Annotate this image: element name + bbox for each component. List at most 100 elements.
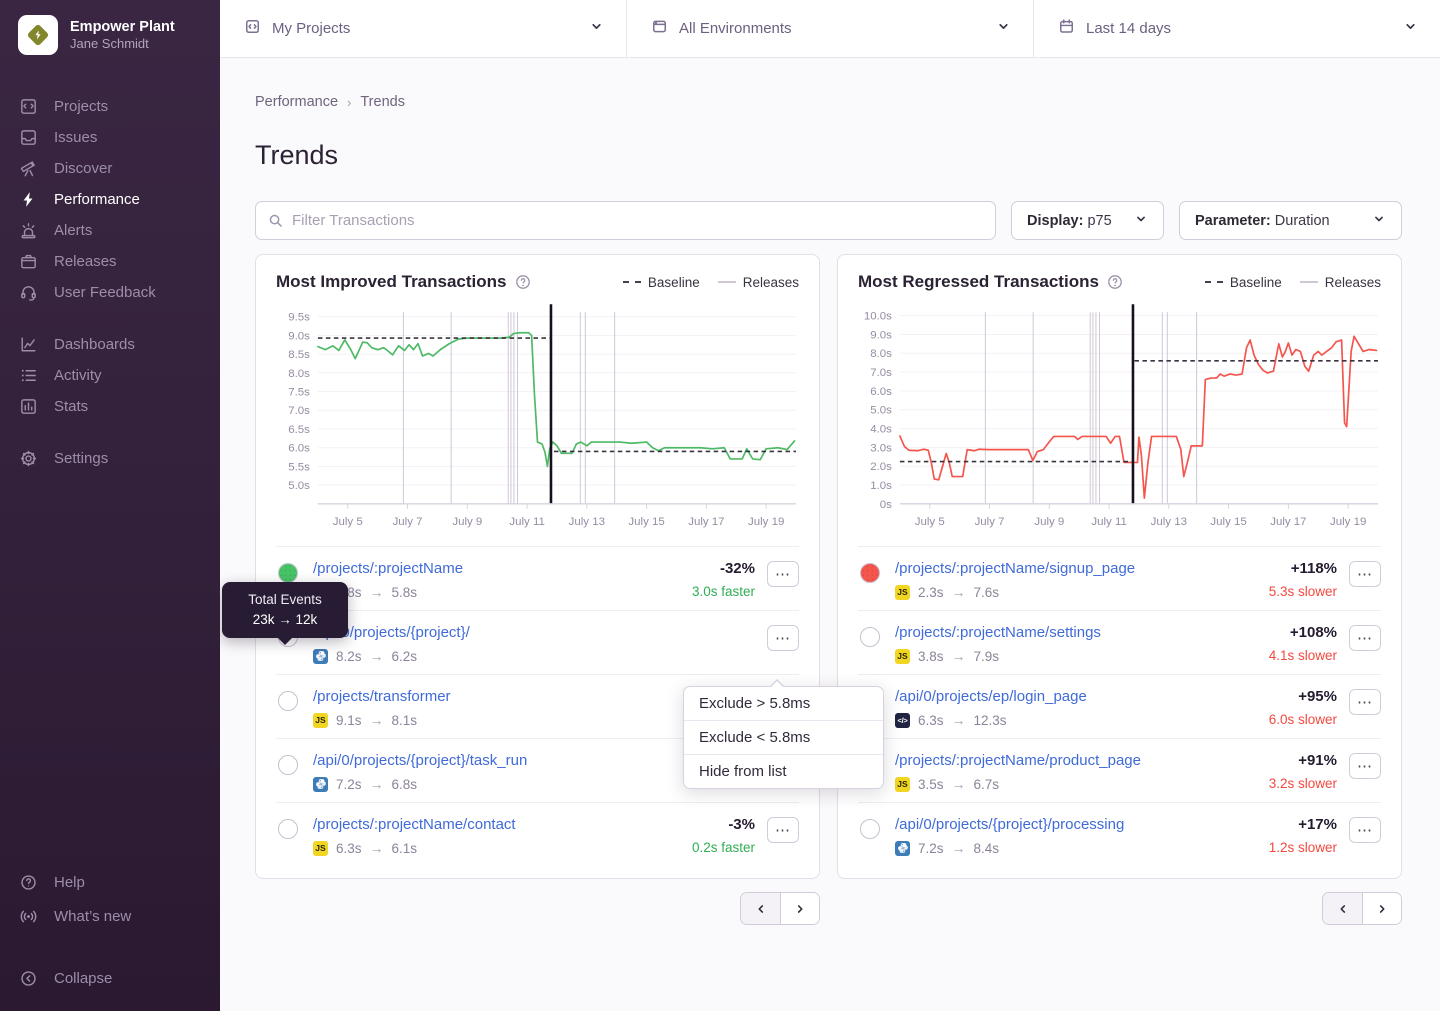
svg-text:July 11: July 11 (1091, 516, 1127, 528)
sidebar-item-dashboards[interactable]: Dashboards (0, 329, 220, 360)
sidebar-item-performance[interactable]: Performance (0, 184, 220, 215)
transaction-radio[interactable] (860, 563, 880, 583)
breadcrumb-current: Trends (360, 94, 405, 110)
transaction-radio[interactable] (278, 755, 298, 775)
svg-text:July 7: July 7 (975, 516, 1005, 528)
sidebar-item-issues[interactable]: Issues (0, 122, 220, 153)
breadcrumb-performance-link[interactable]: Performance (255, 94, 338, 110)
duration-before: 9.1s (336, 713, 362, 728)
transaction-radio[interactable] (278, 691, 298, 711)
menu-item-exclude-less[interactable]: Exclude < 5.8ms (684, 720, 883, 754)
transaction-context-menu: Exclude > 5.8ms Exclude < 5.8ms Hide fro… (683, 686, 884, 789)
duration-after: 8.4s (974, 841, 1000, 856)
menu-item-hide-from-list[interactable]: Hide from list (684, 754, 883, 788)
question-icon[interactable] (515, 274, 531, 290)
daterange-filter-label: Last 14 days (1086, 20, 1392, 37)
chevron-right-icon: › (347, 95, 351, 110)
project-filter-label: My Projects (272, 20, 578, 37)
transaction-radio[interactable] (860, 819, 880, 839)
transaction-menu-button[interactable]: ⋯ (767, 625, 799, 651)
transaction-row: /api/0/projects/{project}/8.2s→6.2s⋯ (276, 610, 799, 674)
regressed-pagination (1322, 892, 1402, 925)
project-filter-dropdown[interactable]: My Projects (220, 0, 627, 57)
sidebar-item-collapse[interactable]: Collapse (0, 961, 220, 995)
calendar-icon (1058, 18, 1075, 40)
duration-after: 6.1s (392, 841, 418, 856)
improved-transactions-chart[interactable]: 5.0s5.5s6.0s6.5s7.0s7.5s8.0s8.5s9.0s9.5s… (276, 298, 799, 536)
svg-text:5.0s: 5.0s (870, 405, 892, 417)
org-switcher[interactable]: Empower Plant Jane Schmidt (0, 0, 220, 65)
transaction-row: /projects/:projectNameJS8.8s→5.8s-32%3.0… (276, 546, 799, 610)
svg-text:July 5: July 5 (333, 516, 363, 528)
svg-text:9.5s: 9.5s (288, 312, 310, 324)
duration-change: 5.3s slower (1269, 584, 1337, 599)
transaction-menu-button[interactable]: ⋯ (1349, 625, 1381, 651)
arrow-right-icon: → (370, 776, 384, 792)
duration-change: 1.2s slower (1269, 840, 1337, 855)
transaction-menu-button[interactable]: ⋯ (767, 817, 799, 843)
transaction-menu-button[interactable]: ⋯ (767, 561, 799, 587)
transaction-link[interactable]: /api/0/projects/{project}/processing (895, 816, 1124, 833)
svg-text:7.5s: 7.5s (288, 387, 310, 399)
sidebar-item-whats-new[interactable]: What’s new (0, 899, 220, 933)
transaction-link[interactable]: /projects/:projectName/signup_page (895, 560, 1135, 577)
collapse-icon (18, 968, 38, 988)
transaction-radio[interactable] (860, 627, 880, 647)
dashboards-icon (18, 335, 38, 355)
sidebar-item-activity[interactable]: Activity (0, 360, 220, 391)
transaction-link[interactable]: /projects/:projectName/product_page (895, 752, 1141, 769)
sidebar-item-stats[interactable]: Stats (0, 391, 220, 422)
regressed-transactions-chart[interactable]: 0s1.0s2.0s3.0s4.0s5.0s6.0s7.0s8.0s9.0s10… (858, 298, 1381, 536)
transaction-menu-button[interactable]: ⋯ (1349, 753, 1381, 779)
daterange-filter-dropdown[interactable]: Last 14 days (1034, 0, 1440, 57)
transaction-radio[interactable] (278, 563, 298, 583)
transaction-menu-button[interactable]: ⋯ (1349, 561, 1381, 587)
next-page-button[interactable] (780, 893, 819, 924)
sidebar-item-releases[interactable]: Releases (0, 246, 220, 277)
transaction-link[interactable]: /api/0/projects/{project}/task_run (313, 752, 527, 769)
sidebar-item-alerts[interactable]: Alerts (0, 215, 220, 246)
chevron-down-icon (996, 19, 1011, 39)
transaction-link[interactable]: /projects/:projectName (313, 560, 463, 577)
menu-item-exclude-greater[interactable]: Exclude > 5.8ms (684, 687, 883, 720)
projects-icon (244, 18, 261, 40)
transaction-link[interactable]: /projects/:projectName/settings (895, 624, 1101, 641)
previous-page-button[interactable] (1323, 893, 1362, 924)
svg-text:July 9: July 9 (1034, 516, 1064, 528)
next-page-button[interactable] (1362, 893, 1401, 924)
baseline-line-icon (623, 281, 641, 283)
sidebar-item-settings[interactable]: Settings (0, 443, 220, 474)
sidebar-item-help[interactable]: Help (0, 865, 220, 899)
sidebar-item-discover[interactable]: Discover (0, 153, 220, 184)
transaction-menu-button[interactable]: ⋯ (1349, 689, 1381, 715)
previous-page-button[interactable] (741, 893, 780, 924)
javascript-icon: JS (895, 585, 910, 600)
total-events-tooltip: Total Events 23k → 12k (222, 582, 348, 638)
duration-after: 7.6s (974, 585, 1000, 600)
transaction-radio[interactable] (278, 819, 298, 839)
duration-before: 6.3s (918, 713, 944, 728)
question-icon[interactable] (1107, 274, 1123, 290)
duration-before: 8.2s (336, 649, 362, 664)
performance-icon (18, 190, 38, 210)
panel-title: Most Improved Transactions (276, 272, 507, 292)
svg-text:7.0s: 7.0s (288, 405, 310, 417)
display-dropdown[interactable]: Display: p75 (1011, 201, 1164, 240)
duration-after: 5.8s (392, 585, 418, 600)
duration-before: 2.3s (918, 585, 944, 600)
transaction-menu-button[interactable]: ⋯ (1349, 817, 1381, 843)
transaction-link[interactable]: /projects/transformer (313, 688, 451, 705)
transaction-link[interactable]: /projects/:projectName/contact (313, 816, 516, 833)
sidebar-item-projects[interactable]: Projects (0, 91, 220, 122)
parameter-dropdown[interactable]: Parameter: Duration (1179, 201, 1402, 240)
filter-transactions-input[interactable] (292, 212, 983, 229)
environment-filter-dropdown[interactable]: All Environments (627, 0, 1034, 57)
arrow-right-icon: → (952, 840, 966, 856)
transaction-link[interactable]: /api/0/projects/ep/login_page (895, 688, 1087, 705)
sidebar-item-feedback[interactable]: User Feedback (0, 277, 220, 308)
duration-after: 6.8s (392, 777, 418, 792)
tooltip-title: Total Events (230, 592, 340, 607)
percent-change: +95% (1269, 688, 1337, 705)
percent-change: -3% (692, 816, 755, 833)
controls-row: Display: p75 Parameter: Duration (255, 201, 1402, 240)
